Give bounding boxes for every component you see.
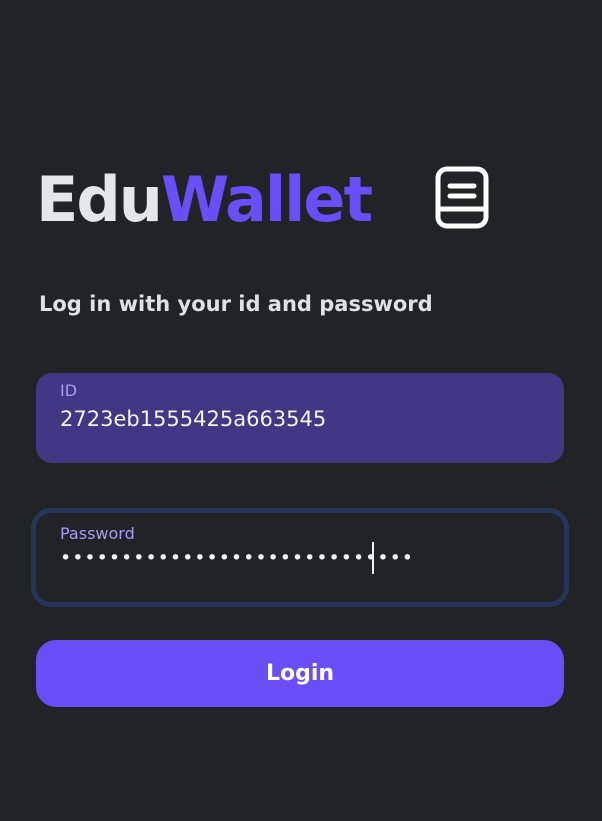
text-caret [372,542,374,574]
id-field[interactable]: ID 2723eb1555425a663545 [36,373,564,463]
brand-logo: Edu Wallet [36,160,373,240]
id-field-label: ID [60,381,78,400]
login-button[interactable]: Login [36,640,564,707]
id-field-value[interactable]: 2723eb1555425a663545 [60,407,326,431]
password-field-value[interactable]: ••••••••••••••••••••••••••••• [60,547,414,569]
login-subtitle: Log in with your id and password [39,292,433,316]
book-icon [435,166,489,229]
brand-name-wallet: Wallet [160,163,373,236]
brand-name-edu: Edu [36,163,163,236]
password-field-label: Password [60,524,135,543]
password-field[interactable]: Password ••••••••••••••••••••••••••••• [31,508,569,607]
